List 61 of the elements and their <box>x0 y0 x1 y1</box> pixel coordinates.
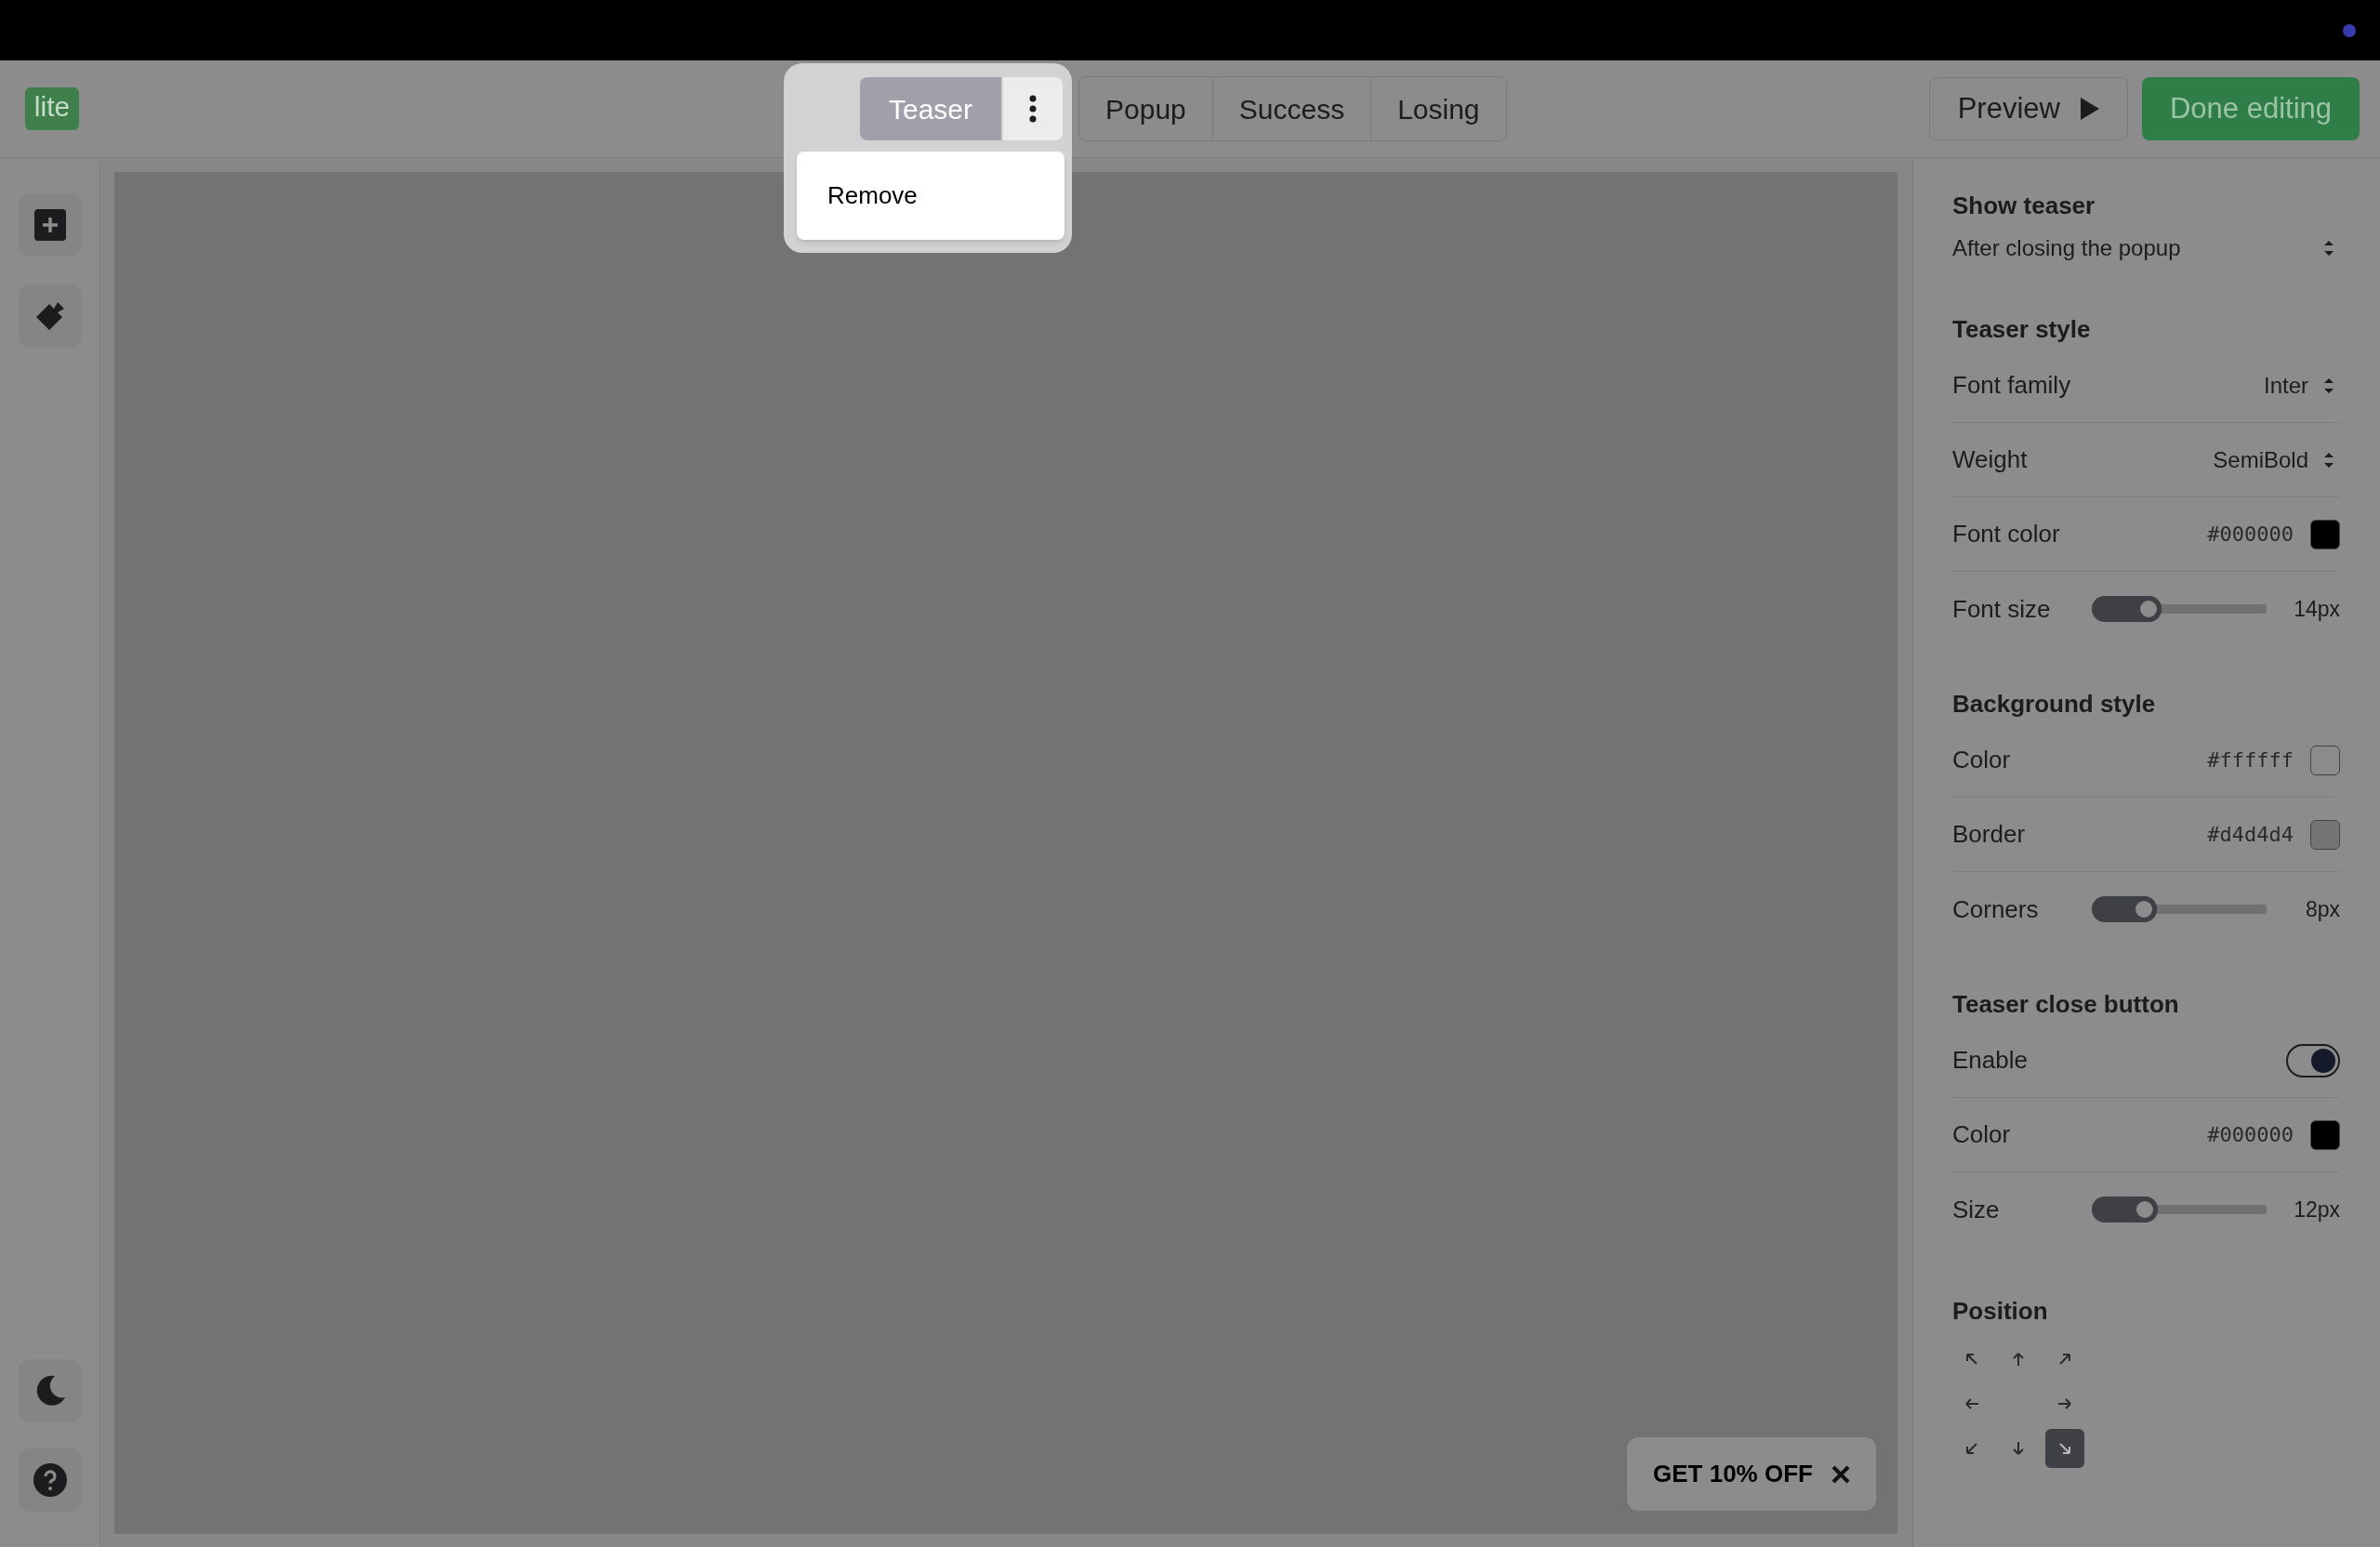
play-icon <box>2080 98 2099 120</box>
select-field[interactable]: SemiBold <box>2213 443 2340 477</box>
hex-value: #000000 <box>2207 522 2294 548</box>
help-icon <box>32 1462 68 1498</box>
teaser[interactable]: GET 10% OFF <box>1627 1437 1876 1511</box>
tab[interactable]: Losing <box>1370 77 1506 140</box>
dark-mode-button[interactable] <box>18 1359 82 1422</box>
dropdown-value: After closing the popup <box>1952 234 2181 262</box>
position-button[interactable] <box>2045 1429 2084 1468</box>
teaser-text: GET 10% OFF <box>1653 1459 1813 1489</box>
paint-brush-button[interactable] <box>18 284 82 348</box>
slider-value: 8px <box>2305 895 2340 923</box>
color-swatch[interactable] <box>2310 745 2340 775</box>
setting-label: Border <box>1952 819 2026 850</box>
arrow-down-icon <box>2010 1440 2027 1457</box>
setting-label: Color <box>1952 1119 2011 1150</box>
up-down-chevron-icon <box>2323 239 2334 258</box>
setting-label: Weight <box>1952 444 2028 475</box>
setting-label: Enable <box>1952 1045 2028 1076</box>
setting-label: Size <box>1952 1194 2001 1225</box>
section-heading: Position <box>1952 1295 2049 1327</box>
section-heading: Teaser close button <box>1952 988 2180 1020</box>
setting-label: Font size <box>1952 593 2052 625</box>
hex-value: #000000 <box>2207 1122 2294 1148</box>
add-button[interactable] <box>18 193 82 257</box>
color-swatch[interactable] <box>2310 519 2340 549</box>
tab[interactable]: Popup <box>1079 77 1212 140</box>
slider-fill[interactable] <box>2092 896 2157 922</box>
tab[interactable]: Success <box>1211 77 1371 140</box>
slider-value: 14px <box>2294 595 2340 623</box>
setting-label: Font family <box>1952 370 2071 401</box>
setting-label: Color <box>1952 745 2011 775</box>
done-editing-button[interactable]: Done editing <box>2141 77 2360 140</box>
section-heading: Background style <box>1952 688 2157 720</box>
slider-fill[interactable] <box>2092 1197 2159 1223</box>
plus-icon <box>33 209 66 241</box>
toggle-switch[interactable] <box>2286 1043 2340 1078</box>
section-heading: Teaser style <box>1952 313 2092 345</box>
section-heading: Show teaser <box>1952 190 2096 221</box>
close-icon[interactable] <box>1831 1464 1850 1484</box>
slider-fill[interactable] <box>2092 596 2162 622</box>
more-vertical-icon <box>1029 95 1037 123</box>
setting-label: Corners <box>1952 893 2040 925</box>
tab[interactable]: Teaser <box>860 77 1001 140</box>
menu-item[interactable]: Remove <box>797 163 1064 229</box>
help-button[interactable] <box>18 1448 82 1512</box>
arrow-down-left-icon <box>1964 1440 1980 1457</box>
select-field[interactable]: Inter <box>2263 368 2340 403</box>
logo: lite <box>25 87 79 130</box>
hex-value: #ffffff <box>2207 747 2294 774</box>
arrow-down-right-icon <box>2056 1440 2073 1457</box>
dropdown[interactable]: After closing the popup <box>1952 231 2340 265</box>
preview-button[interactable]: Preview <box>1928 77 2128 140</box>
up-down-chevron-icon <box>2323 450 2334 469</box>
color-swatch[interactable] <box>2310 819 2340 850</box>
setting-label: Font color <box>1952 519 2060 549</box>
more-options-button[interactable] <box>1003 77 1063 140</box>
color-swatch[interactable] <box>2310 1119 2340 1150</box>
up-down-chevron-icon <box>2323 376 2334 395</box>
hex-value: #d4d4d4 <box>2207 822 2294 848</box>
slider-value: 12px <box>2294 1196 2340 1223</box>
